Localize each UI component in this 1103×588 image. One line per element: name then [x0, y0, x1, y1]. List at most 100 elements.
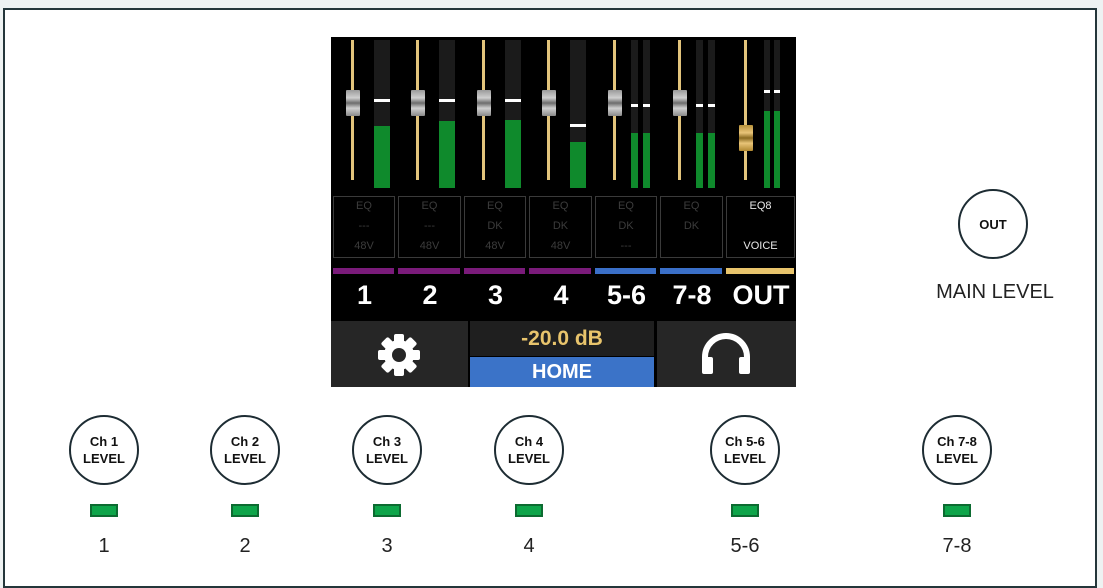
level-meter	[708, 40, 715, 188]
info-line: 48V	[419, 240, 440, 252]
meter-fill	[774, 111, 780, 188]
level-led	[731, 504, 759, 517]
meter-peak	[774, 90, 780, 93]
level-meter	[774, 40, 780, 188]
info-line	[661, 237, 722, 257]
channel-info-box: EQ DK 48V	[529, 196, 592, 258]
channel-level-knob[interactable]: Ch 7-8 LEVEL	[922, 415, 992, 485]
fader-handle[interactable]	[411, 90, 425, 116]
channel-number: 7-8	[672, 280, 712, 310]
meter-peak	[631, 104, 638, 107]
info-line: EQ8	[749, 200, 772, 212]
meter-fill	[439, 121, 455, 188]
info-line: ---	[620, 240, 632, 252]
channel-info-box: EQ --- 48V	[398, 196, 461, 258]
info-line	[727, 217, 794, 237]
meter-peak	[696, 104, 703, 107]
info-line: DK	[552, 220, 569, 232]
channel-number: OUT	[732, 280, 790, 310]
mixer-display: -20.0 dB HOME EQ --- 48V 1 EQ --- 48V 2 EQ DK 48V 3…	[331, 37, 796, 387]
channel-color-bar	[529, 268, 591, 274]
fader-track	[744, 40, 747, 180]
meter-fill	[696, 133, 703, 188]
channel-level-knob[interactable]: Ch 1 LEVEL	[69, 415, 139, 485]
level-meter	[374, 40, 390, 188]
channel-number: 4	[553, 280, 569, 310]
fader-handle[interactable]	[542, 90, 556, 116]
level-meter	[696, 40, 703, 188]
meter-peak	[708, 104, 715, 107]
info-line: ---	[424, 220, 435, 232]
channel-color-bar	[660, 268, 722, 274]
meter-fill	[631, 133, 638, 188]
channel-info-box: EQ DK 48V	[464, 196, 526, 258]
meter-peak	[764, 90, 770, 93]
info-line: 48V	[354, 240, 374, 252]
level-meter	[570, 40, 586, 188]
channel-level-knob[interactable]: Ch 2 LEVEL	[210, 415, 280, 485]
info-line: EQ	[683, 200, 700, 212]
meter-fill	[505, 120, 521, 188]
info-line: DK	[683, 220, 700, 232]
meter-fill	[570, 142, 586, 188]
channel-led-label: 7-8	[942, 535, 972, 557]
channel-number: 1	[356, 280, 373, 310]
channel-led-label: 4	[523, 535, 535, 557]
channel-level-knob[interactable]: Ch 5-6 LEVEL	[710, 415, 780, 485]
level-meter	[764, 40, 770, 188]
meter-fill	[764, 111, 770, 188]
info-line: VOICE	[743, 240, 778, 252]
level-meter	[505, 40, 521, 188]
level-meter	[631, 40, 638, 188]
channel-color-bar	[726, 268, 794, 274]
fader-handle[interactable]	[346, 90, 360, 116]
out-knob[interactable]: OUT	[958, 189, 1028, 259]
level-led	[943, 504, 971, 517]
fader-handle[interactable]	[477, 90, 491, 116]
meter-peak	[570, 124, 586, 127]
channel-color-bar	[398, 268, 460, 274]
info-line: EQ	[421, 200, 438, 212]
channel-level-knob[interactable]: Ch 3 LEVEL	[352, 415, 422, 485]
info-line: ---	[358, 220, 370, 232]
meter-peak	[374, 99, 390, 102]
fader-handle[interactable]	[739, 125, 753, 151]
info-line: DK	[618, 220, 634, 232]
info-line: EQ	[552, 200, 569, 212]
channel-led-label: 5-6	[730, 535, 760, 557]
channel-led-label: 1	[98, 535, 110, 557]
channel-led-label: 2	[239, 535, 251, 557]
info-line: 48V	[550, 240, 571, 252]
channel-color-bar	[333, 268, 394, 274]
level-led	[515, 504, 543, 517]
meter-fill	[708, 133, 715, 188]
info-line: DK	[487, 220, 503, 232]
channel-info-box: EQ DK ---	[595, 196, 657, 258]
channel-info-box: EQ8 VOICE	[726, 196, 795, 258]
channel-led-label: 3	[381, 535, 393, 557]
channel-number: 3	[487, 280, 504, 310]
channel-color-bar	[464, 268, 525, 274]
meter-peak	[439, 99, 455, 102]
channel-color-bar	[595, 268, 656, 274]
meter-peak	[505, 99, 521, 102]
level-led	[373, 504, 401, 517]
fader-handle[interactable]	[608, 90, 622, 116]
channel-info-box: EQ --- 48V	[333, 196, 395, 258]
level-led	[231, 504, 259, 517]
fader-handle[interactable]	[673, 90, 687, 116]
info-line: EQ	[356, 200, 372, 212]
info-line: EQ	[618, 200, 634, 212]
meter-fill	[374, 126, 390, 188]
channel-info-box: EQ DK	[660, 196, 723, 258]
level-led	[90, 504, 118, 517]
channel-number: 2	[422, 280, 438, 310]
channel-number: 5-6	[606, 280, 647, 310]
info-line: EQ	[487, 200, 503, 212]
channel-level-knob[interactable]: Ch 4 LEVEL	[494, 415, 564, 485]
meter-peak	[643, 104, 650, 107]
level-meter	[439, 40, 455, 188]
main-level-label: MAIN LEVEL	[936, 281, 1054, 303]
level-meter	[643, 40, 650, 188]
info-line: 48V	[485, 240, 505, 252]
